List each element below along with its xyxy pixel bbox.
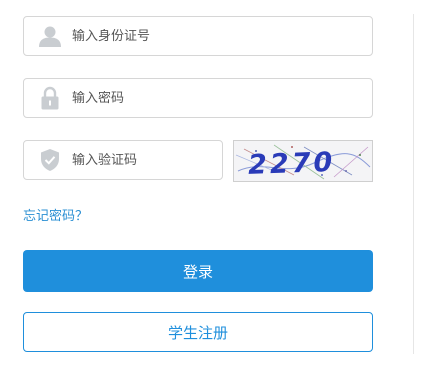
captcha-image[interactable]: 2270 — [233, 140, 373, 182]
forgot-password-link[interactable]: 忘记密码？ — [23, 205, 88, 224]
captcha-field[interactable] — [23, 140, 223, 180]
id-number-field[interactable] — [23, 16, 373, 56]
captcha-text: 2270 — [248, 147, 336, 181]
login-button[interactable]: 登录 — [23, 250, 373, 292]
shield-check-icon — [24, 141, 76, 179]
student-register-button[interactable]: 学生注册 — [23, 312, 373, 352]
password-input[interactable] — [72, 90, 372, 106]
user-icon — [24, 17, 76, 55]
captcha-input[interactable] — [72, 152, 222, 168]
id-number-input[interactable] — [72, 28, 372, 44]
panel-divider — [413, 14, 414, 354]
lock-icon — [24, 79, 76, 117]
password-field[interactable] — [23, 78, 373, 118]
